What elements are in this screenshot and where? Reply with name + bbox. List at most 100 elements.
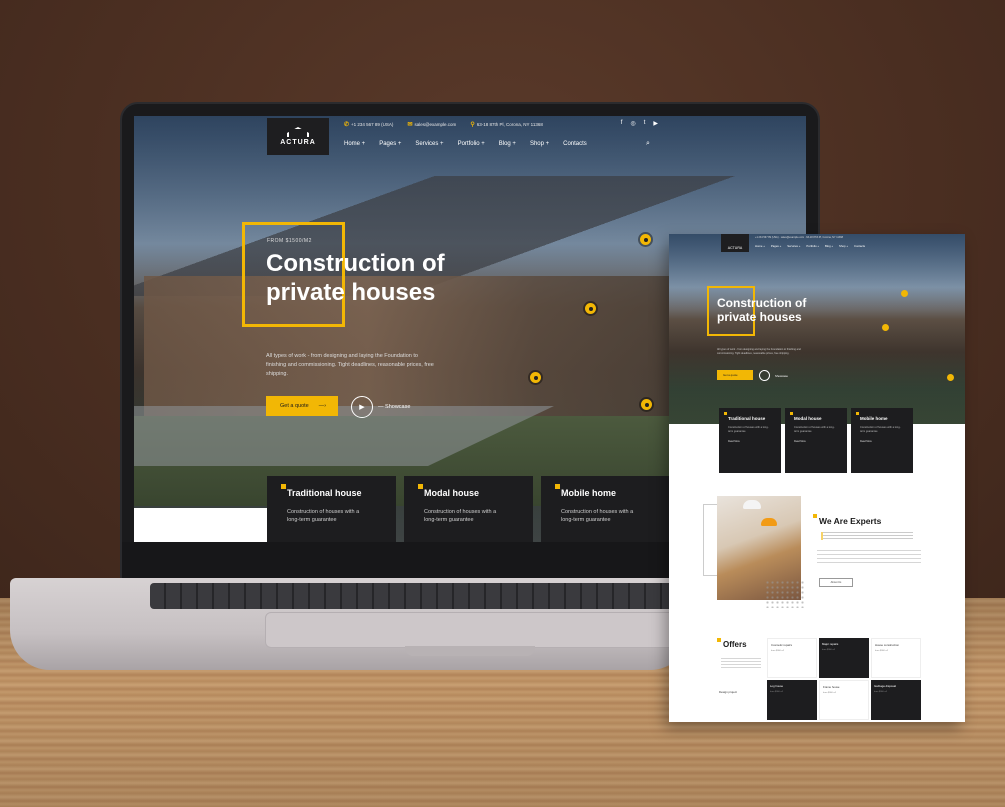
play-icon: ▶ [359, 404, 365, 411]
preview-card-more[interactable]: Read More [728, 440, 781, 443]
card-text: Construction of houses with a long-term … [287, 509, 360, 523]
instagram-icon[interactable]: ◎ [630, 120, 635, 127]
offer-cell[interactable]: Frame house from $900 m² [819, 680, 869, 720]
card-title: Traditional house [287, 488, 362, 498]
card-text: Construction of houses with a long-term … [561, 509, 634, 523]
preview-nav-item[interactable]: Home + [755, 244, 765, 248]
experts-quote [821, 532, 913, 540]
offer-price: from $900 m² [875, 650, 889, 652]
preview-hotspot[interactable] [947, 374, 954, 381]
nav-portfolio[interactable]: Portfolio + [458, 141, 485, 147]
white-helmet [743, 500, 761, 509]
trackpad [265, 612, 675, 648]
service-cards: Traditional house Construction of houses… [267, 476, 670, 542]
hotspot-marker[interactable] [641, 399, 652, 410]
get-quote-label: Get a quote [280, 403, 309, 409]
main-nav: Home + Pages + Services + Portfolio + Bl… [344, 141, 587, 147]
showcase-link[interactable]: — Showcase [378, 404, 410, 410]
offer-price: from $900 m² [770, 691, 784, 693]
dot-pattern [765, 580, 805, 608]
offer-price: from $900 m² [874, 691, 888, 693]
preview-card-more[interactable]: Read More [794, 440, 847, 443]
topbar-email[interactable]: ✉ sales@example.com [407, 121, 456, 128]
card-traditional-house[interactable]: Traditional house Construction of houses… [267, 476, 396, 542]
preview-showcase[interactable]: Showcase [775, 374, 788, 378]
offer-design-project[interactable]: Design project [719, 690, 765, 720]
preview-nav-item[interactable]: Services + [787, 244, 800, 248]
preview-nav-item[interactable]: Pages + [771, 244, 781, 248]
preview-get-quote-button[interactable]: Get a quote [717, 370, 753, 380]
about-us-button[interactable]: About Us [819, 578, 853, 587]
preview-card-text: Construction of houses with a long-term … [860, 426, 901, 433]
offer-label: Log house [770, 684, 784, 688]
phone-icon: ✆ [344, 122, 350, 128]
facebook-icon[interactable]: f [621, 120, 623, 127]
preview-nav-item[interactable]: Shop + [839, 244, 848, 248]
youtube-icon[interactable]: ▶ [653, 120, 658, 127]
card-title: Modal house [424, 488, 480, 498]
offer-cell[interactable]: Cosmetic repairs from $900 m² [767, 638, 817, 678]
hero-eyebrow: FROM $1500/M2 [267, 238, 312, 244]
topbar-address: ⚲ 63-18 87th Pl, Corona, NY 11368 [470, 122, 543, 128]
hero-title: Construction of private houses [266, 250, 445, 306]
preview-logo[interactable]: ACTURA [721, 234, 749, 252]
twitter-icon[interactable]: t [644, 120, 646, 127]
preview-nav-item[interactable]: Portfolio + [806, 244, 819, 248]
get-quote-button[interactable]: Get a quote —› [266, 396, 338, 416]
preview-card-more[interactable]: Read More [860, 440, 913, 443]
orange-helmet [761, 518, 777, 526]
offer-label: Frame house [823, 685, 840, 689]
logo-house-icon [287, 127, 309, 137]
arrow-icon: —› [318, 403, 327, 409]
keyboard [150, 583, 680, 609]
preview-card[interactable]: Modal house Construction of houses with … [785, 408, 847, 473]
play-video-button[interactable]: ▶ [351, 396, 373, 418]
topbar: ✆ +1 234 567 89 (USA) ✉ sales@example.com … [344, 121, 543, 128]
logo[interactable]: ACTURA [267, 118, 329, 155]
offer-cell[interactable]: Garbage disposal from $900 m² [871, 680, 921, 720]
offers-grid: Cosmetic repairs from $900 m² Major repai… [767, 638, 921, 722]
offers-marker [717, 638, 721, 642]
offer-cell[interactable]: Major repairs from $900 m² [819, 638, 869, 678]
preview-card-title: Mobile home [860, 416, 888, 421]
preview-nav: Home + Pages + Services + Portfolio + Bl… [755, 244, 865, 248]
hotspot-marker[interactable] [585, 303, 596, 314]
offer-label: Cosmetic repairs [771, 643, 792, 647]
preview-email: sales@example.com [780, 236, 805, 239]
card-text: Construction of houses with a long-term … [424, 509, 497, 523]
card-mobile-home[interactable]: Mobile home Construction of houses with … [541, 476, 670, 542]
preview-card[interactable]: Mobile home Construction of houses with … [851, 408, 913, 473]
preview-nav-item[interactable]: Blog + [825, 244, 833, 248]
white-strip [134, 508, 268, 542]
nav-shop[interactable]: Shop + [530, 141, 549, 147]
preview-logo-text: ACTURA [727, 246, 743, 250]
offer-cell[interactable]: House construction from $900 m² [871, 638, 921, 678]
nav-blog[interactable]: Blog + [499, 141, 516, 147]
preview-card[interactable]: Traditional house Construction of houses… [719, 408, 781, 473]
mail-icon: ✉ [407, 122, 413, 128]
preview-address: 63-18 87th Pl, Corona, NY 11368 [806, 236, 844, 239]
preview-hotspot[interactable] [882, 324, 889, 331]
preview-card-title: Modal house [794, 416, 822, 421]
offer-label: Garbage disposal [874, 684, 896, 688]
preview-nav-item[interactable]: Contacts [854, 244, 865, 248]
offer-cell[interactable]: Log house from $900 m² [767, 680, 817, 720]
preview-hotspot[interactable] [901, 290, 908, 297]
preview-hero-description: All types of work - from designing and l… [717, 348, 801, 355]
hotspot-marker[interactable] [640, 234, 651, 245]
preview-service-cards: Traditional house Construction of houses… [719, 408, 913, 473]
card-modal-house[interactable]: Modal house Construction of houses with … [404, 476, 533, 542]
topbar-phone[interactable]: ✆ +1 234 567 89 (USA) [344, 121, 393, 128]
experts-text [817, 550, 921, 566]
location-icon: ⚲ [470, 122, 475, 128]
preview-hero-title: Construction of private houses [717, 296, 807, 324]
search-icon[interactable]: ⌕ [646, 140, 650, 148]
nav-home[interactable]: Home + [344, 141, 365, 147]
nav-contacts[interactable]: Contacts [563, 141, 587, 147]
nav-pages[interactable]: Pages + [379, 141, 401, 147]
social-links: f ◎ t ▶ [621, 120, 658, 127]
hotspot-marker[interactable] [530, 372, 541, 383]
page-preview: ACTURA +1 234 567 89 (USA) · sales@examp… [669, 234, 965, 722]
nav-services[interactable]: Services + [415, 141, 443, 147]
preview-play-icon[interactable] [759, 370, 770, 381]
